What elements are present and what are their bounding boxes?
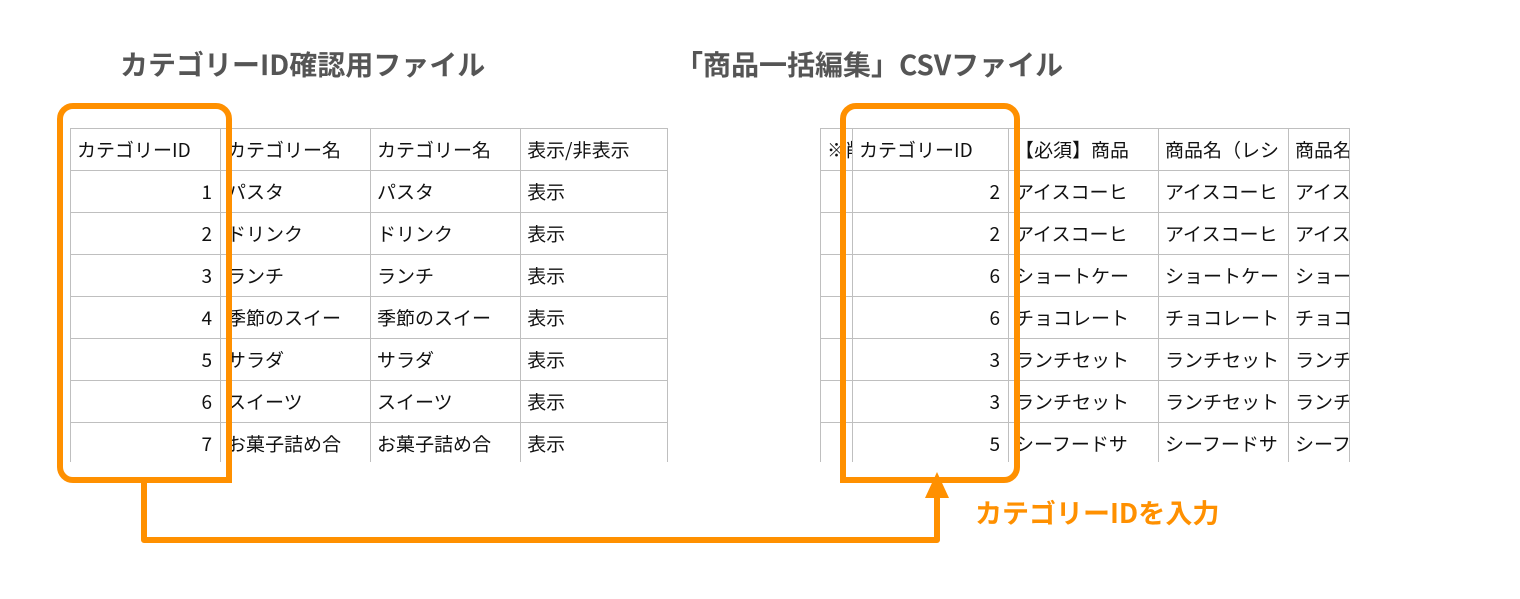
cell-p3: シーフードサ (1289, 423, 1351, 463)
table-row: 2 アイスコーヒ アイスコーヒ アイスコーヒ (821, 213, 1351, 255)
table-row: 6 ショートケー ショートケー ショートケー (821, 255, 1351, 297)
table-header-row: ※削 カテゴリーID 【必須】商品 商品名（レシ 商品名（商品 (821, 129, 1351, 171)
callout-text: カテゴリーIDを入力 (975, 492, 1219, 531)
cell-vis: 表示 (521, 171, 669, 213)
cell-p1: ショートケー (1009, 255, 1159, 297)
left-title: カテゴリーID確認用ファイル (120, 44, 485, 84)
connector-arrow-icon (57, 460, 1022, 570)
cell-p3: ショートケー (1289, 255, 1351, 297)
col-header: 表示/非表示 (521, 129, 669, 171)
col-header: 【必須】商品 (1009, 129, 1159, 171)
cell-id: 3 (853, 381, 1009, 423)
cell-p2: アイスコーヒ (1159, 213, 1289, 255)
cell-del (821, 297, 853, 339)
cell-vis: 表示 (521, 381, 669, 423)
right-title: 「商品一括編集」CSVファイル (675, 44, 1063, 84)
cell-name2: サラダ (371, 339, 521, 381)
cell-del (821, 423, 853, 463)
cell-p2: ショートケー (1159, 255, 1289, 297)
cell-id: 3 (71, 255, 221, 297)
cell-id: 2 (71, 213, 221, 255)
cell-id: 2 (853, 171, 1009, 213)
cell-p1: ランチセット (1009, 339, 1159, 381)
cell-id: 6 (853, 255, 1009, 297)
cell-name1: パスタ (221, 171, 371, 213)
table-row: 4 季節のスイー 季節のスイー 表示 (71, 297, 669, 339)
cell-p1: アイスコーヒ (1009, 171, 1159, 213)
table-row: 2 ドリンク ドリンク 表示 (71, 213, 669, 255)
cell-p1: シーフードサ (1009, 423, 1159, 463)
cell-vis: 表示 (521, 255, 669, 297)
cell-name2: ドリンク (371, 213, 521, 255)
cell-vis: 表示 (521, 339, 669, 381)
cell-p3: ランチセット (1289, 339, 1351, 381)
category-id-table: カテゴリーID カテゴリー名 カテゴリー名 表示/非表示 1 パスタ パスタ 表… (70, 128, 668, 462)
cell-name2: ランチ (371, 255, 521, 297)
cell-name1: ドリンク (221, 213, 371, 255)
cell-name2: 季節のスイー (371, 297, 521, 339)
cell-vis: 表示 (521, 423, 669, 463)
table-row: 7 お菓子詰め合 お菓子詰め合 表示 (71, 423, 669, 463)
cell-name1: 季節のスイー (221, 297, 371, 339)
cell-p2: アイスコーヒ (1159, 171, 1289, 213)
cell-p1: アイスコーヒ (1009, 213, 1159, 255)
cell-id: 5 (71, 339, 221, 381)
cell-vis: 表示 (521, 213, 669, 255)
cell-p2: ランチセット (1159, 339, 1289, 381)
cell-p2: ランチセット (1159, 381, 1289, 423)
cell-id: 7 (71, 423, 221, 463)
cell-id: 6 (853, 297, 1009, 339)
table-row: 6 スイーツ スイーツ 表示 (71, 381, 669, 423)
cell-p3: アイスコーヒ (1289, 171, 1351, 213)
table-row: 3 ランチセット ランチセット ランチセット (821, 381, 1351, 423)
cell-del (821, 255, 853, 297)
col-header: カテゴリーID (71, 129, 221, 171)
col-header: 商品名（レシ (1159, 129, 1289, 171)
cell-vis: 表示 (521, 297, 669, 339)
table-header-row: カテゴリーID カテゴリー名 カテゴリー名 表示/非表示 (71, 129, 669, 171)
col-header: ※削 (821, 129, 853, 171)
table-row: 5 シーフードサ シーフードサ シーフードサ (821, 423, 1351, 463)
cell-id: 2 (853, 213, 1009, 255)
cell-p2: シーフードサ (1159, 423, 1289, 463)
cell-del (821, 339, 853, 381)
cell-p2: チョコレート (1159, 297, 1289, 339)
cell-id: 1 (71, 171, 221, 213)
table-row: 2 アイスコーヒ アイスコーヒ アイスコーヒ (821, 171, 1351, 213)
col-header: カテゴリー名 (221, 129, 371, 171)
cell-id: 3 (853, 339, 1009, 381)
table-row: 3 ランチ ランチ 表示 (71, 255, 669, 297)
cell-p1: チョコレート (1009, 297, 1159, 339)
table-row: 6 チョコレート チョコレート チョコレート (821, 297, 1351, 339)
table-row: 1 パスタ パスタ 表示 (71, 171, 669, 213)
cell-del (821, 213, 853, 255)
cell-p3: ランチセット (1289, 381, 1351, 423)
cell-del (821, 171, 853, 213)
cell-name1: サラダ (221, 339, 371, 381)
cell-name2: スイーツ (371, 381, 521, 423)
col-header: カテゴリーID (853, 129, 1009, 171)
cell-p1: ランチセット (1009, 381, 1159, 423)
cell-name2: パスタ (371, 171, 521, 213)
cell-name2: お菓子詰め合 (371, 423, 521, 463)
col-header: カテゴリー名 (371, 129, 521, 171)
cell-name1: ランチ (221, 255, 371, 297)
table-row: 5 サラダ サラダ 表示 (71, 339, 669, 381)
table-row: 3 ランチセット ランチセット ランチセット (821, 339, 1351, 381)
col-header: 商品名（商品 (1289, 129, 1351, 171)
cell-p3: アイスコーヒ (1289, 213, 1351, 255)
product-csv-table: ※削 カテゴリーID 【必須】商品 商品名（レシ 商品名（商品 2 アイスコーヒ… (820, 128, 1350, 462)
cell-name1: スイーツ (221, 381, 371, 423)
cell-id: 6 (71, 381, 221, 423)
cell-id: 4 (71, 297, 221, 339)
cell-del (821, 381, 853, 423)
cell-p3: チョコレート (1289, 297, 1351, 339)
cell-id: 5 (853, 423, 1009, 463)
cell-name1: お菓子詰め合 (221, 423, 371, 463)
